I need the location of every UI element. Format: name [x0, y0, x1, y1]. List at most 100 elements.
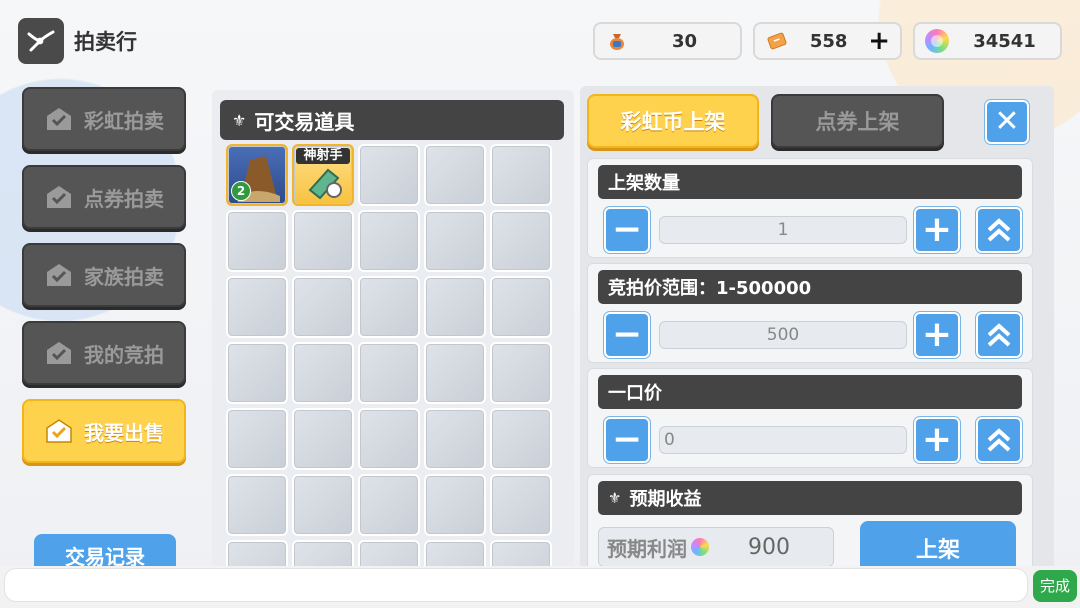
inventory-slot[interactable] [226, 342, 288, 404]
mail-box-icon [44, 417, 74, 445]
add-coupon-button[interactable]: + [868, 28, 890, 54]
sidebar-item-label: 我要出售 [84, 420, 164, 445]
inventory-slot[interactable] [490, 474, 552, 536]
inventory-slot[interactable] [358, 408, 420, 470]
inventory-slot[interactable] [358, 210, 420, 272]
rainbow-coin-icon [925, 29, 949, 53]
increase-button[interactable]: + [914, 207, 960, 253]
max-button[interactable] [976, 417, 1022, 463]
inventory-slot[interactable] [358, 342, 420, 404]
close-icon: ✕ [994, 104, 1020, 139]
decrease-button[interactable]: − [604, 417, 650, 463]
inventory-slot[interactable] [490, 210, 552, 272]
double-chevron-up-icon [987, 428, 1011, 452]
mail-box-icon [44, 261, 74, 289]
section-header: ⚜ 预期收益 [598, 481, 1022, 515]
bid-section: 竞拍价范围：1-500000 − 500 + [587, 263, 1033, 363]
expected-profit-box: 预期利润 900 [598, 527, 834, 567]
inventory-title: 可交易道具 [254, 109, 355, 134]
double-chevron-up-icon [987, 218, 1011, 242]
max-button[interactable] [976, 207, 1022, 253]
sidebar-item-label: 彩虹拍卖 [84, 108, 164, 133]
mail-box-icon [44, 183, 74, 211]
quantity-section: 上架数量 − 1 + [587, 158, 1033, 258]
item-tag: 神射手 [296, 148, 350, 164]
inventory-slot[interactable] [226, 408, 288, 470]
header: 拍卖行 [18, 18, 137, 64]
sidebar-item-rainbow-auction[interactable]: 彩虹拍卖 [22, 87, 186, 151]
sidebar-item-coupon-auction[interactable]: 点券拍卖 [22, 165, 186, 229]
currency-value: 558 [809, 30, 848, 52]
inventory-slot[interactable] [490, 408, 552, 470]
close-button[interactable]: ✕ [985, 100, 1029, 144]
list-item-button[interactable]: 上架 [860, 521, 1016, 569]
quantity-label: 上架数量 [608, 173, 680, 194]
decrease-button[interactable]: − [604, 312, 650, 358]
buyout-price-input[interactable]: 0 [659, 426, 907, 454]
sidebar-item-label: 点券拍卖 [84, 186, 164, 211]
max-button[interactable] [976, 312, 1022, 358]
inventory-slot[interactable] [226, 210, 288, 272]
buyout-label: 一口价 [608, 383, 662, 404]
inventory-slot[interactable] [226, 276, 288, 338]
expected-label: 预期收益 [629, 489, 702, 510]
expected-section: ⚜ 预期收益 预期利润 900 上架 [587, 474, 1033, 570]
currency-value: 30 [671, 30, 698, 52]
inventory-slot[interactable] [490, 276, 552, 338]
inventory-slot[interactable]: 神射手 [292, 144, 354, 206]
item-count-badge: 2 [231, 181, 251, 201]
inventory-slot[interactable] [292, 408, 354, 470]
quantity-input[interactable]: 1 [659, 216, 907, 244]
sidebar-item-my-bids[interactable]: 我的竞拍 [22, 321, 186, 385]
buyout-section: 一口价 − 0 + [587, 368, 1033, 468]
tab-coupon-listing[interactable]: 点券上架 [771, 94, 944, 148]
rainbow-coin-icon [691, 538, 709, 556]
profit-value: 900 [748, 534, 790, 560]
section-header: 竞拍价范围：1-500000 [598, 270, 1022, 304]
inventory-slot[interactable] [292, 474, 354, 536]
inventory-slot[interactable] [226, 474, 288, 536]
inventory-header: ⚜ 可交易道具 [220, 100, 564, 140]
coupon-ticket-icon [765, 29, 789, 53]
inventory-slot[interactable] [424, 210, 486, 272]
inventory-slot[interactable] [358, 276, 420, 338]
bid-price-input[interactable]: 500 [659, 321, 907, 349]
decrease-button[interactable]: − [604, 207, 650, 253]
fleur-icon: ⚜ [608, 489, 622, 507]
fleur-icon: ⚜ [232, 110, 247, 130]
inventory-slot[interactable] [424, 474, 486, 536]
inventory-slot[interactable] [292, 276, 354, 338]
inventory-slot[interactable] [424, 408, 486, 470]
currency-rainbow: 34541 [913, 22, 1062, 60]
auction-logo-icon[interactable] [18, 18, 64, 64]
increase-button[interactable]: + [914, 417, 960, 463]
increase-button[interactable]: + [914, 312, 960, 358]
inventory-slot[interactable] [358, 144, 420, 206]
sidebar-item-label: 家族拍卖 [84, 264, 164, 289]
inventory-slot[interactable] [358, 474, 420, 536]
sidebar-item-sell[interactable]: 我要出售 [22, 399, 186, 463]
mail-box-icon [44, 339, 74, 367]
mail-box-icon [44, 105, 74, 133]
money-bag-icon [605, 29, 629, 53]
inventory-slot[interactable] [424, 144, 486, 206]
buyout-stepper: − 0 + [604, 417, 1022, 463]
inventory-slot[interactable] [424, 342, 486, 404]
inventory-slot[interactable] [490, 342, 552, 404]
sidebar-item-family-auction[interactable]: 家族拍卖 [22, 243, 186, 307]
section-header: 一口价 [598, 375, 1022, 409]
bid-stepper: − 500 + [604, 312, 1022, 358]
inventory-slot[interactable] [424, 276, 486, 338]
currency-moneybag: 30 [593, 22, 742, 60]
tab-rainbow-listing[interactable]: 彩虹币上架 [587, 94, 759, 148]
profit-label: 预期利润 [607, 536, 687, 561]
done-button[interactable]: 完成 [1033, 570, 1077, 602]
inventory-slot[interactable] [490, 144, 552, 206]
sidebar-item-label: 我的竞拍 [84, 342, 164, 367]
inventory-slot[interactable] [292, 342, 354, 404]
inventory-slot[interactable] [292, 210, 354, 272]
inventory-slot[interactable]: 2 [226, 144, 288, 206]
text-input-field[interactable] [4, 568, 1028, 602]
currency-coupon: 558 + [753, 22, 902, 60]
currency-value: 34541 [973, 30, 1036, 52]
